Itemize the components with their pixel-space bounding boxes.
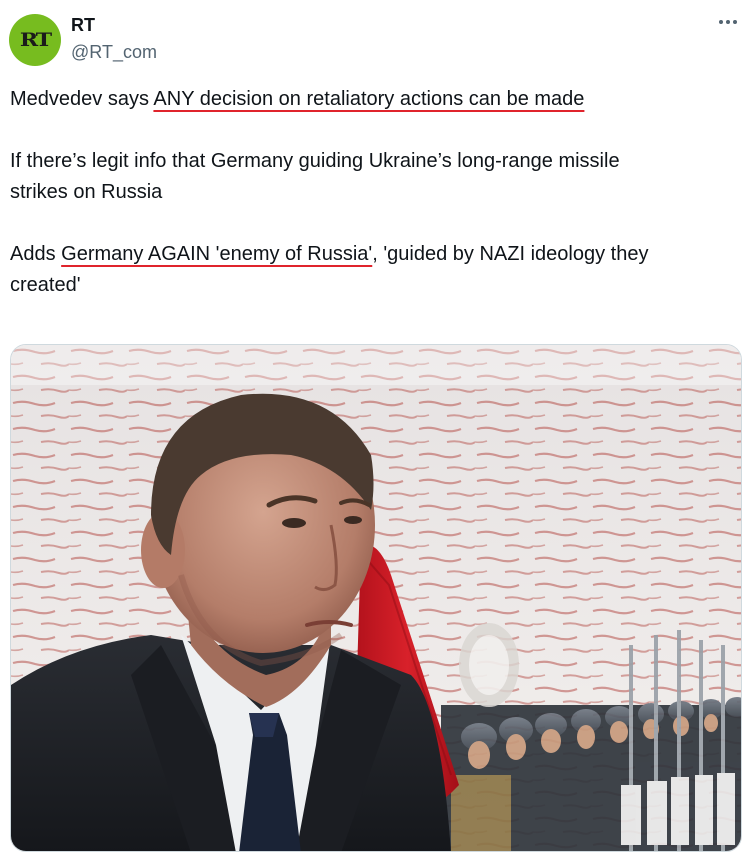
avatar[interactable]: RT xyxy=(9,14,61,66)
tweet-text-line-4: Adds Germany AGAIN 'enemy of Russia', 'g… xyxy=(10,239,648,269)
tweet-text-line-1: Medvedev says ANY decision on retaliator… xyxy=(10,84,584,114)
rt-logo-icon: RT xyxy=(19,28,52,52)
tweet-text-line-3: strikes on Russia xyxy=(10,181,163,203)
tweet-text-segment: , 'guided by NAZI ideology they xyxy=(372,243,649,265)
tweet-photo[interactable] xyxy=(10,344,742,852)
tweet-text-line-2: If there’s legit info that Germany guidi… xyxy=(10,150,620,172)
underlined-text: ANY decision on retaliatory actions can … xyxy=(153,88,585,110)
tweet-text-line-5: created' xyxy=(10,274,81,296)
display-name[interactable]: RT xyxy=(71,14,95,36)
photo-icon xyxy=(11,345,741,851)
underlined-text: Germany AGAIN 'enemy of Russia' xyxy=(61,243,373,265)
tweet-text-segment: Medvedev says xyxy=(10,88,154,110)
more-horizontal-icon xyxy=(719,20,737,24)
user-handle[interactable]: @RT_com xyxy=(71,41,157,63)
tweet-text-segment: Adds xyxy=(10,243,62,265)
more-options-button[interactable] xyxy=(712,10,744,34)
